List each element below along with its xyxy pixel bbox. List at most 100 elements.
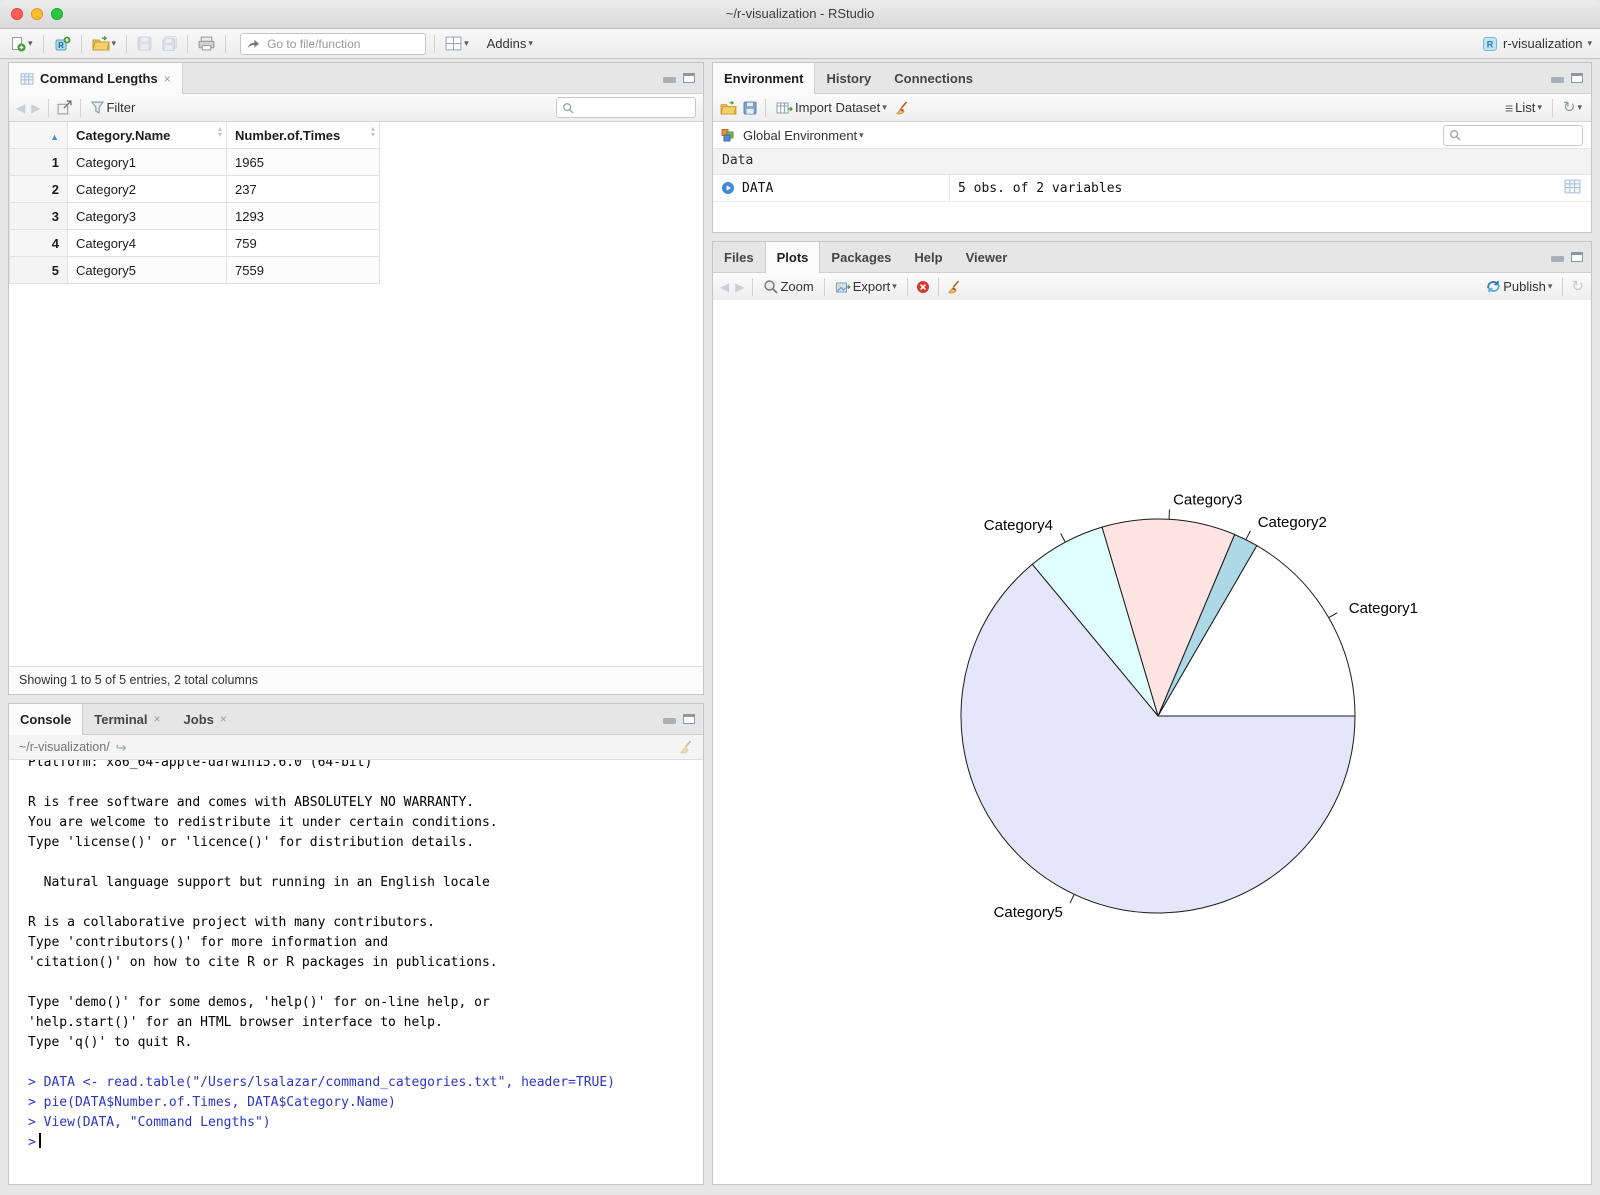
- remove-plot-icon[interactable]: [916, 280, 930, 294]
- table-row[interactable]: 1 Category1 1965: [9, 148, 380, 176]
- tab-history[interactable]: History: [815, 63, 883, 93]
- viewer-search-box[interactable]: [556, 97, 696, 118]
- publish-button[interactable]: Publish ▾: [1484, 278, 1554, 295]
- save-button[interactable]: [135, 35, 154, 52]
- tab-environment[interactable]: Environment: [713, 63, 816, 94]
- goto-file-box[interactable]: [240, 32, 427, 55]
- zoom-plot-button[interactable]: Zoom: [761, 278, 815, 295]
- tab-plots[interactable]: Plots: [764, 242, 821, 273]
- maximize-pane-button[interactable]: [683, 714, 695, 724]
- table-cell: 759: [226, 229, 380, 257]
- minimize-pane-button[interactable]: [663, 717, 676, 724]
- table-row[interactable]: 2 Category2 237: [9, 175, 380, 203]
- clear-environment-icon[interactable]: [895, 100, 909, 115]
- goto-file-input[interactable]: [265, 35, 425, 52]
- close-window-button[interactable]: [11, 8, 23, 20]
- minimize-window-button[interactable]: [31, 8, 43, 20]
- back-icon[interactable]: ◀: [16, 102, 25, 114]
- column-header-number-of-times[interactable]: Number.of.Times ▴ ▾: [226, 122, 380, 149]
- new-file-button[interactable]: ▾: [8, 35, 35, 53]
- row-number-header[interactable]: ▲: [9, 122, 68, 149]
- pane-layout-button[interactable]: ▾: [443, 35, 471, 52]
- refresh-plot-icon[interactable]: ↻: [1571, 279, 1584, 294]
- forward-icon[interactable]: ▶: [31, 102, 40, 114]
- view-data-icon[interactable]: [1564, 179, 1581, 194]
- export-plot-button[interactable]: Export ▾: [833, 278, 899, 295]
- console-command-line: > View(DATA, "Command Lengths"): [28, 1115, 271, 1130]
- console-output[interactable]: Platform: x86_64-apple-darwin15.6.0 (64-…: [9, 760, 703, 1189]
- row-number: 4: [9, 229, 68, 257]
- print-button[interactable]: [196, 35, 217, 52]
- minimize-pane-button[interactable]: [1551, 76, 1564, 83]
- table-cell: Category3: [67, 202, 227, 230]
- minimize-pane-button[interactable]: [663, 76, 676, 83]
- maximize-pane-button[interactable]: [1571, 73, 1583, 83]
- save-all-button[interactable]: [160, 35, 179, 52]
- toolbar-separator: [126, 34, 128, 53]
- console-output-line: Type 'q()' to quit R.: [28, 1035, 193, 1050]
- environment-search-input[interactable]: [1465, 127, 1577, 143]
- load-workspace-icon[interactable]: [720, 100, 737, 115]
- minimize-pane-button[interactable]: [1551, 255, 1564, 262]
- pie-label-tick: [1245, 530, 1251, 540]
- environment-search-box[interactable]: [1443, 124, 1583, 146]
- maximize-pane-button[interactable]: [1571, 252, 1583, 262]
- tab-packages[interactable]: Packages: [820, 242, 903, 272]
- close-icon[interactable]: ×: [220, 712, 227, 726]
- expand-object-icon[interactable]: [721, 181, 735, 195]
- list-view-button[interactable]: ≡ List ▾: [1503, 99, 1544, 116]
- clear-all-plots-icon[interactable]: [947, 279, 961, 294]
- tab-command-lengths[interactable]: Command Lengths ×: [9, 63, 183, 94]
- new-project-button[interactable]: R: [52, 35, 73, 53]
- sort-ascending-icon: ▲: [50, 131, 59, 142]
- pie-label-tick: [1168, 509, 1170, 520]
- tab-files[interactable]: Files: [713, 242, 766, 272]
- table-row[interactable]: 4 Category4 759: [9, 229, 380, 257]
- save-workspace-icon[interactable]: [743, 101, 757, 115]
- addins-button[interactable]: Addins ▾: [485, 35, 535, 52]
- rstudio-window: ~/r-visualization - RStudio ▾ R ▾ Go to …: [0, 0, 1600, 1195]
- import-dataset-label: Import Dataset: [795, 100, 881, 115]
- table-cell: 237: [226, 175, 380, 203]
- environment-pane: Environment History Connections Import D…: [712, 62, 1592, 233]
- console-prompt-line[interactable]: >: [28, 1133, 703, 1153]
- publish-icon: [1486, 279, 1501, 294]
- tab-jobs[interactable]: Jobs ×: [173, 704, 239, 734]
- tab-viewer[interactable]: Viewer: [955, 242, 1020, 272]
- viewer-tabstrip: Command Lengths ×: [9, 63, 703, 94]
- caret-down-icon: ▾: [1587, 38, 1592, 48]
- environment-scope-selector[interactable]: Global Environment ▾: [741, 127, 866, 144]
- clear-console-icon[interactable]: [679, 740, 693, 754]
- open-file-button[interactable]: ▾: [90, 35, 119, 52]
- table-row[interactable]: 5 Category5 7559: [9, 256, 380, 284]
- goto-directory-icon[interactable]: ↪: [116, 741, 127, 754]
- working-directory: ~/r-visualization/: [19, 740, 110, 754]
- refresh-icon: ↻: [1562, 99, 1576, 116]
- console-output-line: Natural language support but running in …: [28, 875, 490, 890]
- column-header-category-name[interactable]: Category.Name ▴ ▾: [67, 122, 227, 149]
- import-dataset-button[interactable]: Import Dataset ▾: [774, 99, 889, 116]
- table-cell: Category2: [67, 175, 227, 203]
- project-chooser[interactable]: R r-visualization ▾: [1482, 36, 1592, 52]
- tab-connections[interactable]: Connections: [883, 63, 985, 93]
- tab-help[interactable]: Help: [903, 242, 954, 272]
- maximize-pane-button[interactable]: [683, 73, 695, 83]
- close-icon[interactable]: ×: [164, 72, 171, 86]
- tab-terminal[interactable]: Terminal ×: [83, 704, 172, 734]
- open-in-window-icon[interactable]: [57, 100, 73, 115]
- table-cell: Category5: [67, 256, 227, 284]
- toolbar-separator: [48, 98, 50, 117]
- viewer-search-input[interactable]: [578, 99, 690, 116]
- previous-plot-icon[interactable]: ◀: [720, 281, 729, 293]
- console-output-line: Type 'license()' or 'licence()' for dist…: [28, 835, 475, 850]
- console-output-line: 'citation()' on how to cite R or R packa…: [28, 955, 498, 970]
- filter-button[interactable]: Filter: [89, 99, 137, 116]
- environment-object-row[interactable]: DATA 5 obs. of 2 variables: [713, 175, 1591, 202]
- close-icon[interactable]: ×: [154, 712, 161, 726]
- refresh-environment-button[interactable]: ↻ ▾: [1561, 99, 1584, 116]
- zoom-window-button[interactable]: [51, 8, 63, 20]
- next-plot-icon[interactable]: ▶: [735, 281, 744, 293]
- table-row[interactable]: 3 Category3 1293: [9, 202, 380, 230]
- tab-console[interactable]: Console: [9, 704, 84, 735]
